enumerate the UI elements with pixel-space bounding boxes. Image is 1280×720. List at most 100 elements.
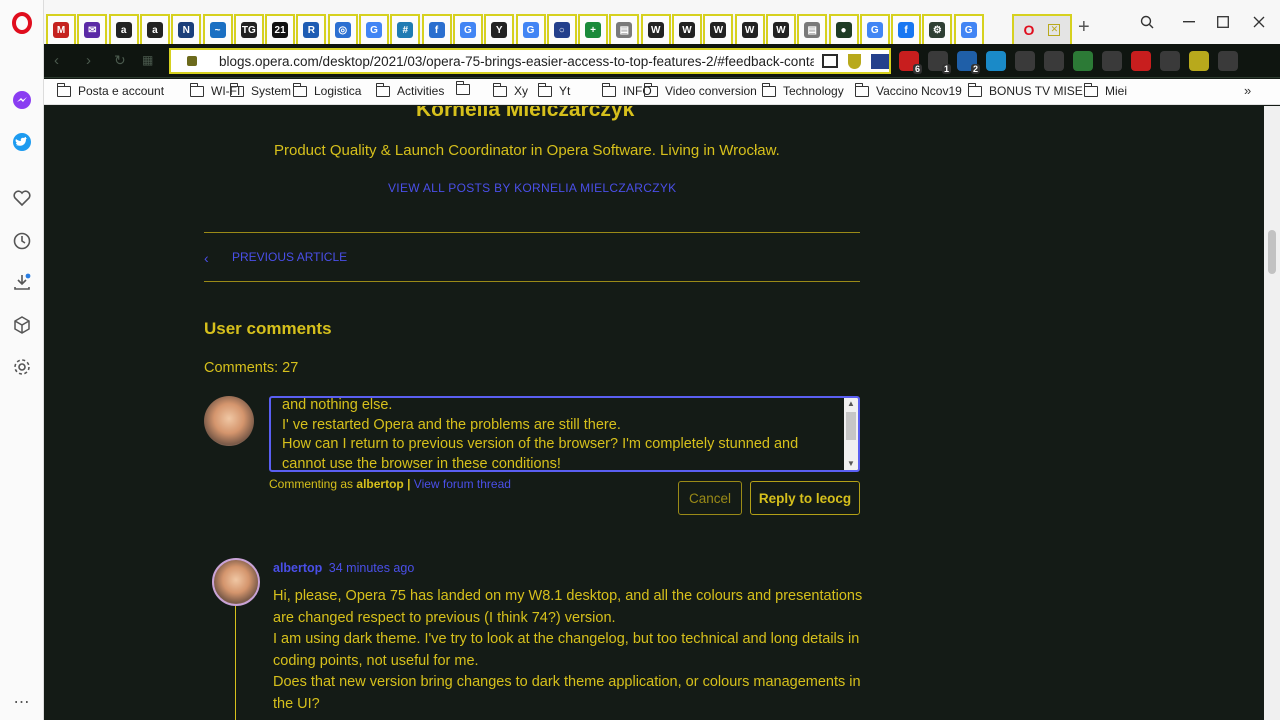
vpn-heart-icon[interactable] (871, 53, 889, 69)
tab[interactable]: ▤ (609, 14, 640, 44)
tab[interactable]: TG (233, 14, 264, 44)
bookmark-label: BONUS TV MISE (989, 84, 1083, 98)
tab[interactable]: ✉ (77, 14, 108, 44)
speed-dial-icon[interactable]: ▦ (142, 53, 153, 67)
mouse-icon[interactable] (1015, 51, 1035, 71)
snapshot-icon[interactable] (822, 54, 838, 68)
tab[interactable]: ⚙ (922, 14, 953, 44)
tab[interactable]: W (672, 14, 702, 44)
tab[interactable]: a (139, 14, 170, 44)
scroll-thumb[interactable] (1268, 230, 1276, 274)
tab[interactable]: ◎ (327, 14, 358, 44)
tab[interactable]: G (452, 14, 483, 44)
new-tab-button[interactable]: + (1078, 16, 1090, 39)
tab[interactable]: + (578, 14, 609, 44)
tab[interactable]: W (734, 14, 765, 44)
minimize-icon[interactable] (1174, 8, 1204, 36)
tab[interactable]: a (108, 14, 139, 44)
tab[interactable]: f (891, 14, 922, 44)
tab[interactable]: W (765, 14, 796, 44)
crosshair-icon[interactable] (1044, 51, 1064, 71)
reply-textarea[interactable]: and nothing else. I' ve restarted Opera … (269, 396, 860, 472)
battery-icon[interactable] (1189, 51, 1209, 71)
shield-icon[interactable] (848, 53, 861, 69)
code-icon[interactable] (986, 51, 1006, 71)
tab[interactable]: W (703, 14, 734, 44)
tab-close-icon[interactable]: ✕ (1048, 24, 1061, 36)
comment-author-link[interactable]: albertop (273, 561, 322, 575)
bookmark-folder[interactable]: Posta e account (56, 82, 164, 98)
tab[interactable]: W (640, 14, 671, 44)
reply-text[interactable]: and nothing else. I' ve restarted Opera … (282, 398, 798, 470)
comment-avatar[interactable] (212, 558, 260, 606)
downloads-icon[interactable] (10, 270, 34, 294)
address-bar[interactable]: blogs.opera.com/desktop/2021/03/opera-75… (169, 48, 891, 74)
download-icon[interactable] (1131, 51, 1151, 71)
bookmark-folder[interactable]: Technology (761, 82, 844, 98)
reload-icon[interactable]: ↻ (114, 52, 126, 69)
tab[interactable]: ▤ (797, 14, 828, 44)
more-icon[interactable]: ⋯ (10, 690, 34, 714)
comment-time-link[interactable]: 34 minutes ago (329, 561, 414, 575)
menu-icon[interactable] (1218, 51, 1238, 71)
forward-icon[interactable]: › (86, 52, 91, 69)
settings-gear-icon[interactable] (10, 355, 34, 379)
tab[interactable]: 21 (265, 14, 296, 44)
tab[interactable]: f (421, 14, 452, 44)
bookmark-folder[interactable]: Xy (492, 82, 528, 98)
bookmark-folder[interactable]: Yt (537, 82, 570, 98)
cancel-button[interactable]: Cancel (678, 481, 742, 515)
folder-icon (292, 82, 307, 97)
tab[interactable]: Y (484, 14, 515, 44)
view-all-posts-link[interactable]: VIEW ALL POSTS BY KORNELIA MIELCZARCZYK (388, 181, 676, 195)
tab[interactable]: ○ (546, 14, 577, 44)
tab[interactable]: G (953, 14, 984, 44)
cloud-icon[interactable]: 1 (928, 51, 951, 74)
twitter-icon[interactable] (10, 130, 34, 154)
bookmark-folder[interactable]: Vaccino Ncov19 (854, 82, 962, 98)
back-icon[interactable]: ‹ (54, 52, 59, 69)
box-icon[interactable] (1160, 51, 1180, 71)
lock-icon[interactable] (187, 56, 197, 66)
tab[interactable]: R (296, 14, 327, 44)
tab[interactable]: ● (828, 14, 859, 44)
opera-logo-icon[interactable] (12, 12, 32, 34)
reply-submit-button[interactable]: Reply to leocg (750, 481, 860, 515)
tab[interactable]: N (171, 14, 202, 44)
bookmark-folder[interactable]: BONUS TV MISE (967, 82, 1083, 98)
folder-icon (537, 82, 552, 97)
page-scrollbar[interactable] (1264, 106, 1280, 720)
bookmark-folder[interactable]: Video conversion (643, 82, 757, 98)
abp-icon[interactable]: 6 (899, 51, 922, 74)
trash-icon[interactable] (1102, 51, 1122, 71)
extensions-cube-icon[interactable] (10, 313, 34, 337)
bookmark-folder[interactable]: System (229, 82, 291, 98)
bookmark-folder[interactable] (455, 81, 477, 95)
tab[interactable]: G (859, 14, 890, 44)
bookmark-folder[interactable]: Miei (1083, 82, 1127, 98)
tab[interactable]: M (46, 14, 76, 44)
tab[interactable]: # (390, 14, 421, 44)
chevron-left-icon[interactable]: ‹ (204, 250, 209, 266)
close-window-icon[interactable] (1244, 8, 1274, 36)
tab[interactable]: ~ (202, 14, 233, 44)
maximize-icon[interactable] (1208, 8, 1238, 36)
view-forum-thread-link[interactable]: View forum thread (414, 477, 511, 491)
cube-icon[interactable] (1073, 51, 1093, 71)
tab[interactable]: G (359, 14, 389, 44)
mail-icon: ✉ (84, 22, 101, 38)
active-tab[interactable]: O ✕ (1012, 14, 1072, 44)
puzzle-icon[interactable]: 2 (957, 51, 980, 74)
tab[interactable]: G (515, 14, 546, 44)
search-tabs-icon[interactable] (1132, 8, 1162, 36)
textarea-scrollbar[interactable]: ▲ ▼ (844, 398, 858, 470)
previous-article-link[interactable]: PREVIOUS ARTICLE (232, 250, 347, 264)
bookmark-folder[interactable]: Activities (375, 82, 444, 98)
heart-icon[interactable] (10, 186, 34, 210)
more-bookmarks-icon[interactable]: » (1244, 83, 1251, 98)
history-icon[interactable] (10, 229, 34, 253)
bookmark-folder[interactable]: Logistica (292, 82, 361, 98)
messenger-icon[interactable] (10, 88, 34, 112)
folder-icon (854, 82, 869, 97)
url-text[interactable]: blogs.opera.com/desktop/2021/03/opera-75… (219, 54, 814, 69)
